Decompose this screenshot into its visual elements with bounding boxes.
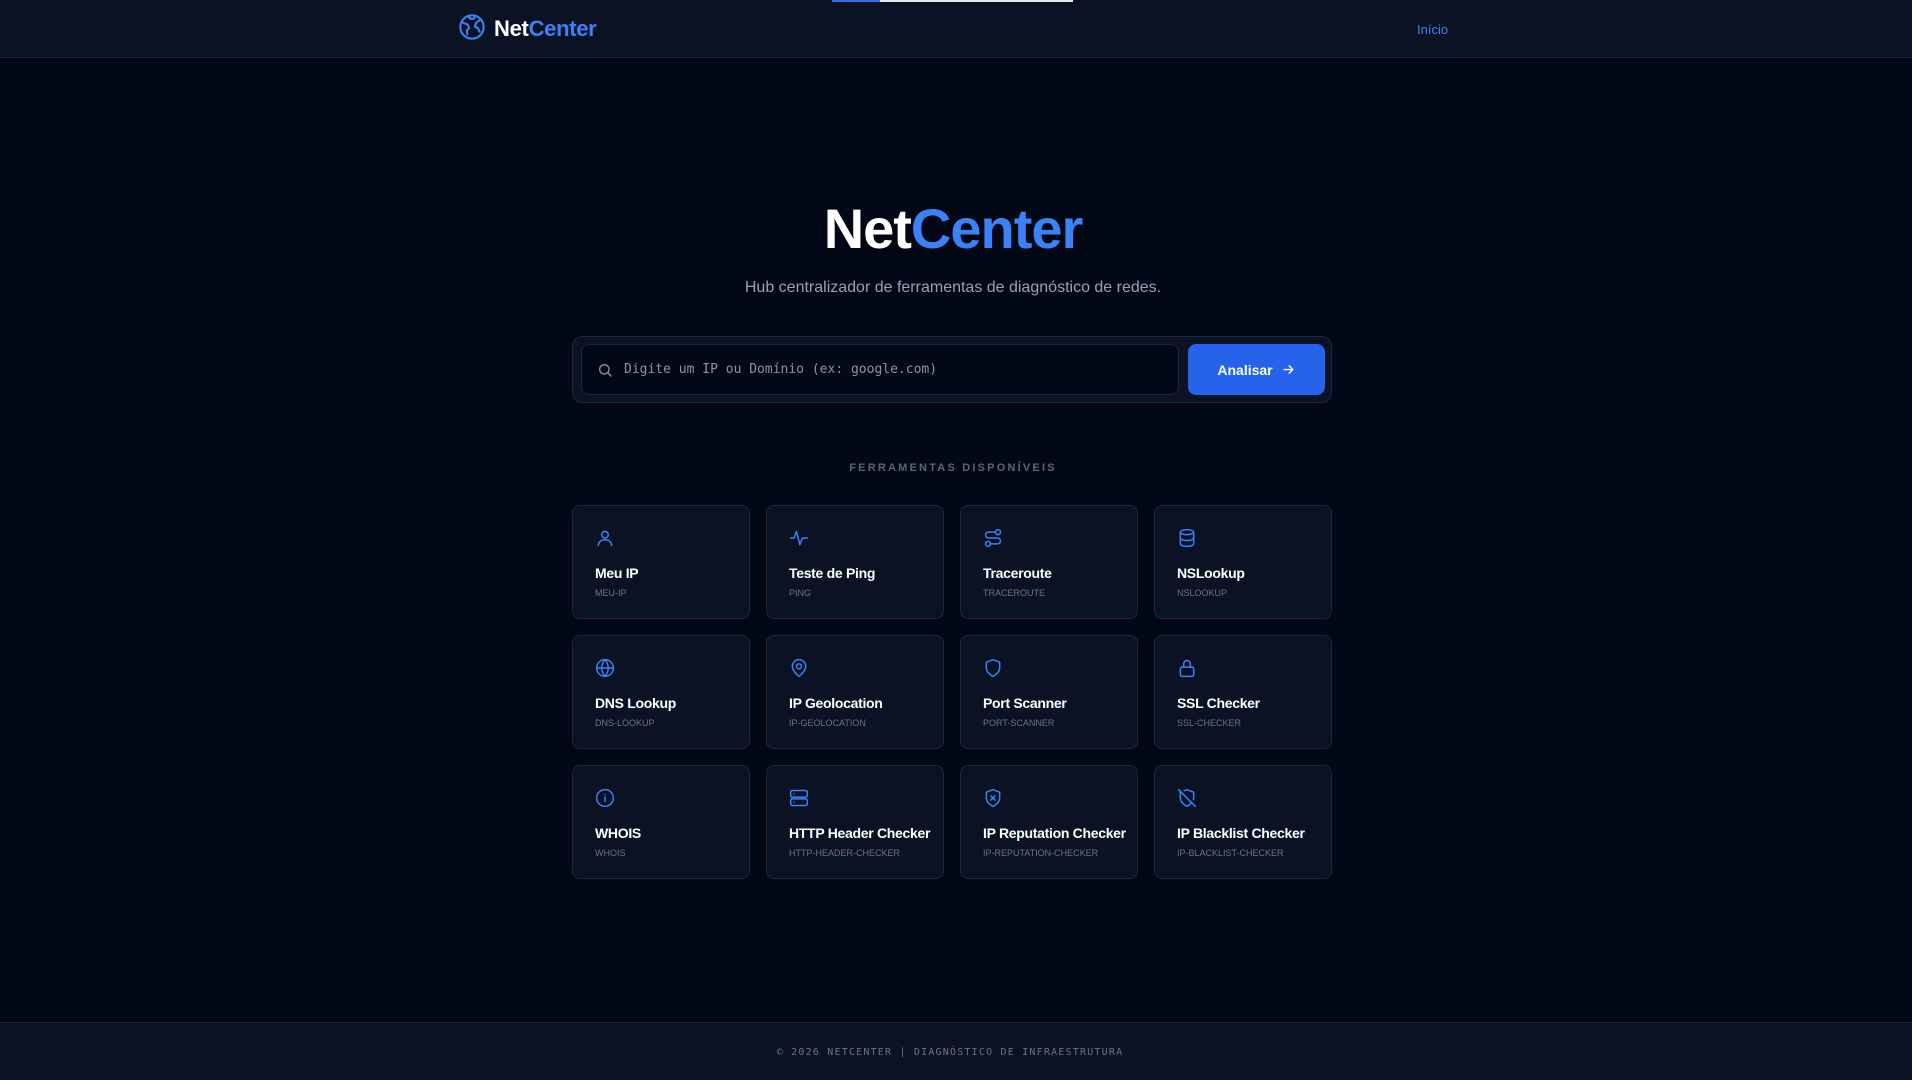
tool-card-traceroute[interactable]: Traceroute TRACEROUTE [960,505,1138,619]
brand-name-part1: Net [494,16,529,41]
tool-card-slug: IP-BLACKLIST-CHECKER [1177,848,1284,858]
tools-grid: Meu IP MEU-IP Teste de Ping PING Tracero… [572,505,1332,879]
top-navbar: NetCenter Início [0,0,1912,58]
tool-card-title: IP Blacklist Checker [1177,825,1305,841]
tool-card-title: HTTP Header Checker [789,825,931,841]
tool-card-meu-ip[interactable]: Meu IP MEU-IP [572,505,750,619]
server-icon [789,788,809,808]
tool-card-title: DNS Lookup [595,695,676,711]
tool-card-ip-geolocation[interactable]: IP Geolocation IP-GEOLOCATION [766,635,944,749]
tool-card-ip-reputation-checker[interactable]: IP Reputation Checker IP-REPUTATION-CHEC… [960,765,1138,879]
shield-icon [983,658,1003,678]
tool-card-title: SSL Checker [1177,695,1260,711]
tool-card-title: Traceroute [983,565,1052,581]
tool-card-slug: HTTP-HEADER-CHECKER [789,848,901,858]
footer-copyright: © 2026 NETCENTER | DIAGNÓSTICO DE INFRAE… [776,1047,1124,1058]
tool-card-slug: PORT-SCANNER [983,718,1055,728]
tools-section-label: FERRAMENTAS DISPONÍVEIS [849,462,1057,474]
tool-card-slug: TRACEROUTE [983,588,1046,598]
globe-network-icon [458,13,486,46]
tool-card-title: Teste de Ping [789,565,876,581]
activity-icon [789,528,809,548]
lock-icon [1177,658,1197,678]
tool-card-slug: DNS-LOOKUP [595,718,655,728]
database-icon [1177,528,1197,548]
tool-card-slug: IP-REPUTATION-CHECKER [983,848,1099,858]
tool-card-dns-lookup[interactable]: DNS Lookup DNS-LOOKUP [572,635,750,749]
route-icon [983,528,1003,548]
tool-card-slug: PING [789,588,812,598]
brand-name: NetCenter [494,16,597,42]
tool-card-whois[interactable]: WHOIS WHOIS [572,765,750,879]
analyze-button-label: Analisar [1217,361,1273,378]
search-form: Analisar [572,336,1332,403]
nav-home-link[interactable]: Início [1417,22,1448,37]
tool-card-ip-blacklist-checker[interactable]: IP Blacklist Checker IP-BLACKLIST-CHECKE… [1154,765,1332,879]
map-pin-icon [789,658,809,678]
page-loading-bar [832,0,1073,2]
tool-card-slug: WHOIS [595,848,626,858]
hero-subtitle: Hub centralizador de ferramentas de diag… [744,279,1162,296]
search-input[interactable] [624,345,1164,394]
search-field-container [581,344,1179,395]
user-icon [595,528,615,548]
tool-card-slug: SSL-CHECKER [1177,718,1242,728]
arrow-right-icon [1281,362,1296,377]
loading-bar-fill [832,0,880,2]
tool-card-title: IP Reputation Checker [983,825,1126,841]
tool-card-ssl-checker[interactable]: SSL Checker SSL-CHECKER [1154,635,1332,749]
tool-card-port-scanner[interactable]: Port Scanner PORT-SCANNER [960,635,1138,749]
brand-name-part2: Center [528,16,597,41]
tool-card-slug: NSLOOKUP [1177,588,1228,598]
globe-icon [595,658,615,678]
page-footer: © 2026 NETCENTER | DIAGNÓSTICO DE INFRAE… [0,1022,1912,1080]
shield-off-icon [1177,788,1197,808]
shield-x-icon [983,788,1003,808]
tool-card-title: WHOIS [595,825,641,841]
tool-card-nslookup[interactable]: NSLookup NSLOOKUP [1154,505,1332,619]
tool-card-title: Meu IP [595,565,639,581]
tool-card-title: Port Scanner [983,695,1067,711]
tool-card-slug: IP-GEOLOCATION [789,718,866,728]
info-icon [595,788,615,808]
tool-card-http-header-checker[interactable]: HTTP Header Checker HTTP-HEADER-CHECKER [766,765,944,879]
tool-card-title: NSLookup [1177,565,1245,581]
tool-card-ping[interactable]: Teste de Ping PING [766,505,944,619]
analyze-button[interactable]: Analisar [1188,344,1325,395]
tool-card-slug: MEU-IP [595,588,627,598]
hero-title: NetCenter [0,196,1906,262]
hero-title-part2: Center [910,197,1083,260]
brand-logo-link[interactable]: NetCenter [458,13,597,46]
tool-card-title: IP Geolocation [789,695,883,711]
hero-title-part1: Net [823,197,912,260]
